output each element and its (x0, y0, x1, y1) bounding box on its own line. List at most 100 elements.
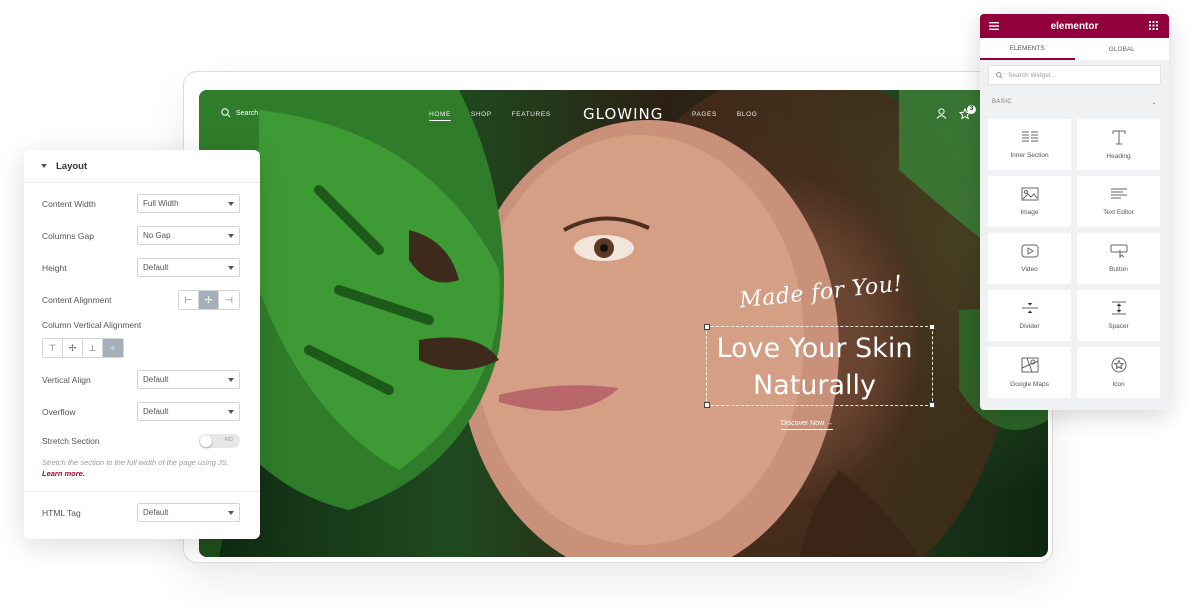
nav-link-features[interactable]: FEATURES (512, 111, 551, 121)
align-right-icon[interactable]: ⊣ (219, 291, 239, 309)
content-alignment-buttons: ⊢ ✢ ⊣ (178, 290, 240, 310)
cart-count-badge: 3 (967, 105, 976, 114)
hero-headline-line1: Love Your Skin (716, 333, 913, 364)
cart-button[interactable]: 3 (958, 105, 976, 125)
tab-elements[interactable]: ELEMENTS (980, 38, 1075, 60)
heading-icon (1112, 130, 1125, 145)
widget-label: Inner Section (1010, 152, 1049, 159)
widget-label: Button (1109, 266, 1128, 273)
widget-google-maps[interactable]: Google Maps (988, 347, 1071, 398)
widget-label: Google Maps (1010, 381, 1049, 388)
valign-bottom-icon[interactable]: ⊥ (83, 339, 103, 357)
overflow-select[interactable]: Default (137, 402, 240, 421)
height-row: Height Default (42, 258, 240, 277)
apps-grid-icon[interactable] (1149, 21, 1158, 30)
basic-category-header[interactable]: BASIC ⌄ (992, 99, 1157, 106)
html-tag-select[interactable]: Default (137, 503, 240, 522)
search-icon (996, 71, 1003, 79)
widget-button[interactable]: Button (1077, 233, 1160, 284)
columns-gap-value: No Gap (143, 231, 171, 240)
widget-panel-tabs: ELEMENTS GLOBAL (980, 38, 1169, 60)
column-vertical-alignment-row: ⊤ ✢ ⊥ ÷ (42, 338, 240, 358)
user-account-icon[interactable] (936, 108, 947, 119)
column-vertical-alignment-label: Column Vertical Alignment (42, 320, 142, 330)
height-label: Height (42, 262, 67, 273)
widget-search-placeholder: Search Widget... (1008, 71, 1057, 79)
content-width-value: Full Width (143, 199, 179, 208)
basic-category-label: BASIC (992, 99, 1013, 105)
widget-label: Divider (1019, 323, 1040, 330)
icon-widget-icon (1111, 357, 1126, 373)
learn-more-link[interactable]: Learn more. (42, 469, 85, 478)
widget-label: Heading (1106, 153, 1131, 160)
nav-link-shop[interactable]: SHOP (471, 111, 492, 121)
image-icon (1021, 187, 1038, 201)
hamburger-menu-icon[interactable] (989, 22, 999, 30)
divider-icon (1021, 302, 1038, 314)
column-vertical-alignment-label-row: Column Vertical Alignment (42, 320, 240, 330)
vertical-align-select[interactable]: Default (137, 370, 240, 389)
layout-title: Layout (56, 160, 88, 172)
columns-gap-label: Columns Gap (42, 230, 94, 241)
widget-search-input[interactable]: Search Widget... (988, 65, 1161, 85)
inner-section-icon (1021, 131, 1038, 142)
chevron-down-icon (228, 409, 234, 414)
columns-gap-select[interactable]: No Gap (137, 226, 240, 245)
content-width-select[interactable]: Full Width (137, 194, 240, 213)
layout-settings-panel: Layout Content Width Full Width Columns … (24, 150, 260, 539)
stretch-section-note: Stretch the section to the full width of… (42, 457, 247, 479)
layout-section-header[interactable]: Layout (24, 150, 260, 183)
site-logo[interactable]: GLOWING (583, 105, 663, 123)
widget-video[interactable]: Video (988, 233, 1071, 284)
content-alignment-label: Content Alignment (42, 295, 112, 305)
html-tag-label: HTML Tag (42, 507, 81, 518)
button-icon (1110, 244, 1127, 258)
nav-link-blog[interactable]: BLOG (737, 111, 757, 118)
hero-section: Search HOME SHOP FEATURES GLOWING PAGES … (199, 90, 1048, 557)
widget-text-editor[interactable]: Text Editor (1077, 176, 1160, 227)
toggle-state-text: NO (224, 437, 233, 443)
widget-image[interactable]: Image (988, 176, 1071, 227)
align-center-icon[interactable]: ✢ (199, 291, 219, 309)
chevron-down-icon: ⌄ (1151, 100, 1157, 106)
search-icon (221, 108, 231, 118)
vertical-align-value: Default (143, 375, 169, 384)
chevron-down-icon (228, 233, 234, 238)
content-alignment-row: Content Alignment ⊢ ✢ ⊣ (42, 290, 240, 310)
chevron-down-icon (228, 265, 234, 270)
panel-divider (24, 491, 260, 492)
overflow-value: Default (143, 407, 169, 416)
google-maps-icon (1021, 357, 1038, 373)
column-vertical-alignment-buttons: ⊤ ✢ ⊥ ÷ (42, 338, 124, 358)
tab-global[interactable]: GLOBAL (1075, 38, 1170, 60)
hero-headline-line2: Naturally (752, 370, 877, 401)
align-left-icon[interactable]: ⊢ (179, 291, 199, 309)
widget-spacer[interactable]: Spacer (1077, 290, 1160, 341)
text-editor-icon (1110, 188, 1127, 199)
resize-handle[interactable] (929, 402, 935, 408)
site-navigation: Search HOME SHOP FEATURES GLOWING PAGES … (199, 90, 1048, 140)
valign-top-icon[interactable]: ⊤ (43, 339, 63, 357)
height-select[interactable]: Default (137, 258, 240, 277)
nav-links-right: PAGES BLOG (692, 111, 757, 118)
hero-background-art (199, 90, 1048, 557)
widget-heading[interactable]: Heading (1077, 119, 1160, 170)
discover-now-link[interactable]: Discover Now → (781, 420, 834, 430)
widget-icon[interactable]: Icon (1077, 347, 1160, 398)
hero-headline[interactable]: Love Your Skin Naturally (706, 330, 923, 404)
widget-label: Text Editor (1103, 209, 1134, 216)
valign-stretch-icon[interactable]: ÷ (103, 339, 123, 357)
nav-link-home[interactable]: HOME (429, 111, 451, 121)
stretch-section-toggle[interactable]: NO (199, 434, 240, 448)
widget-divider[interactable]: Divider (988, 290, 1071, 341)
nav-link-pages[interactable]: PAGES (692, 111, 717, 118)
resize-handle[interactable] (929, 324, 935, 330)
widget-inner-section[interactable]: Inner Section (988, 119, 1071, 170)
valign-middle-icon[interactable]: ✢ (63, 339, 83, 357)
widget-label: Video (1021, 266, 1038, 273)
vertical-align-row: Vertical Align Default (42, 370, 240, 389)
widget-label: Spacer (1108, 323, 1129, 330)
content-width-label: Content Width (42, 198, 96, 209)
chevron-down-icon (228, 510, 234, 515)
nav-search[interactable]: Search (221, 108, 258, 118)
